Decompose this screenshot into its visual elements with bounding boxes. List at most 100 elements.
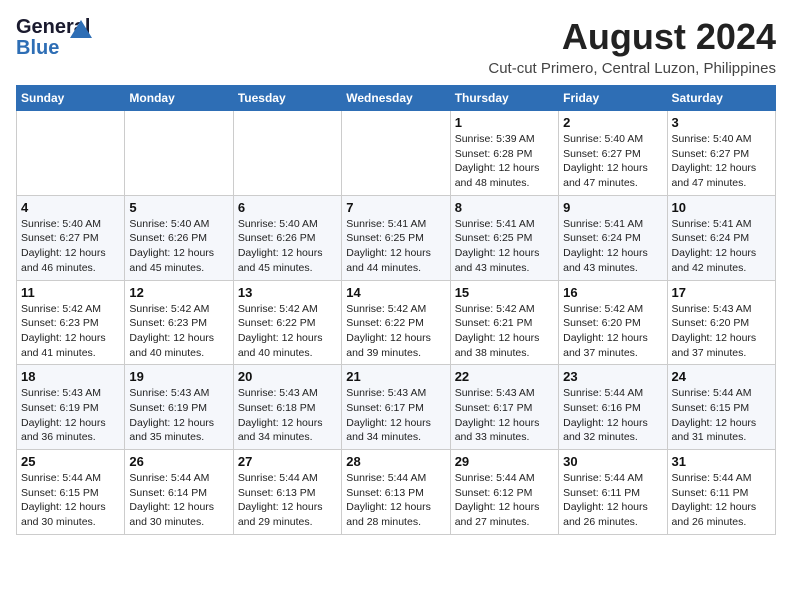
day-number: 5 bbox=[129, 200, 228, 215]
day-info: Sunrise: 5:44 AM Sunset: 6:15 PM Dayligh… bbox=[21, 471, 120, 530]
day-info: Sunrise: 5:40 AM Sunset: 6:27 PM Dayligh… bbox=[563, 132, 662, 191]
day-number: 21 bbox=[346, 369, 445, 384]
day-number: 10 bbox=[672, 200, 771, 215]
calendar-table: SundayMondayTuesdayWednesdayThursdayFrid… bbox=[16, 85, 776, 535]
day-number: 17 bbox=[672, 285, 771, 300]
day-info: Sunrise: 5:44 AM Sunset: 6:11 PM Dayligh… bbox=[563, 471, 662, 530]
calendar-cell: 5 Sunrise: 5:40 AM Sunset: 6:26 PM Daylig… bbox=[125, 195, 233, 280]
day-info: Sunrise: 5:40 AM Sunset: 6:27 PM Dayligh… bbox=[21, 217, 120, 276]
calendar-cell: 18 Sunrise: 5:43 AM Sunset: 6:19 PM Dayli… bbox=[17, 365, 125, 450]
day-info: Sunrise: 5:41 AM Sunset: 6:25 PM Dayligh… bbox=[455, 217, 554, 276]
day-number: 13 bbox=[238, 285, 337, 300]
calendar-cell: 1Sunrise: 5:39 AM Sunset: 6:28 PM Daylig… bbox=[450, 111, 558, 196]
calendar-cell: 7 Sunrise: 5:41 AM Sunset: 6:25 PM Daylig… bbox=[342, 195, 450, 280]
day-info: Sunrise: 5:44 AM Sunset: 6:12 PM Dayligh… bbox=[455, 471, 554, 530]
day-number: 11 bbox=[21, 285, 120, 300]
day-info: Sunrise: 5:42 AM Sunset: 6:22 PM Dayligh… bbox=[346, 302, 445, 361]
calendar-cell: 6 Sunrise: 5:40 AM Sunset: 6:26 PM Daylig… bbox=[233, 195, 341, 280]
day-info: Sunrise: 5:39 AM Sunset: 6:28 PM Dayligh… bbox=[455, 132, 554, 191]
day-number: 12 bbox=[129, 285, 228, 300]
day-info: Sunrise: 5:40 AM Sunset: 6:26 PM Dayligh… bbox=[129, 217, 228, 276]
day-info: Sunrise: 5:44 AM Sunset: 6:11 PM Dayligh… bbox=[672, 471, 771, 530]
calendar-cell: 25 Sunrise: 5:44 AM Sunset: 6:15 PM Dayli… bbox=[17, 450, 125, 535]
calendar-week-row: 11 Sunrise: 5:42 AM Sunset: 6:23 PM Dayli… bbox=[17, 280, 776, 365]
day-info: Sunrise: 5:44 AM Sunset: 6:16 PM Dayligh… bbox=[563, 386, 662, 445]
day-info: Sunrise: 5:44 AM Sunset: 6:13 PM Dayligh… bbox=[346, 471, 445, 530]
weekday-header-sunday: Sunday bbox=[17, 86, 125, 111]
day-info: Sunrise: 5:40 AM Sunset: 6:26 PM Dayligh… bbox=[238, 217, 337, 276]
calendar-cell: 29 Sunrise: 5:44 AM Sunset: 6:12 PM Dayli… bbox=[450, 450, 558, 535]
day-number: 14 bbox=[346, 285, 445, 300]
day-number: 24 bbox=[672, 369, 771, 384]
day-number: 7 bbox=[346, 200, 445, 215]
day-number: 26 bbox=[129, 454, 228, 469]
calendar-cell: 16 Sunrise: 5:42 AM Sunset: 6:20 PM Dayli… bbox=[559, 280, 667, 365]
day-info: Sunrise: 5:43 AM Sunset: 6:20 PM Dayligh… bbox=[672, 302, 771, 361]
day-info: Sunrise: 5:42 AM Sunset: 6:21 PM Dayligh… bbox=[455, 302, 554, 361]
day-info: Sunrise: 5:43 AM Sunset: 6:18 PM Dayligh… bbox=[238, 386, 337, 445]
day-info: Sunrise: 5:41 AM Sunset: 6:24 PM Dayligh… bbox=[563, 217, 662, 276]
page-header: General Blue August 2024 Cut-cut Primero… bbox=[16, 16, 776, 77]
day-info: Sunrise: 5:43 AM Sunset: 6:17 PM Dayligh… bbox=[455, 386, 554, 445]
calendar-cell: 28 Sunrise: 5:44 AM Sunset: 6:13 PM Dayli… bbox=[342, 450, 450, 535]
calendar-cell: 15Sunrise: 5:42 AM Sunset: 6:21 PM Dayli… bbox=[450, 280, 558, 365]
weekday-header-thursday: Thursday bbox=[450, 86, 558, 111]
day-number: 6 bbox=[238, 200, 337, 215]
logo-icon bbox=[70, 20, 92, 38]
calendar-cell bbox=[233, 111, 341, 196]
day-number: 4 bbox=[21, 200, 120, 215]
calendar-cell: 12 Sunrise: 5:42 AM Sunset: 6:23 PM Dayli… bbox=[125, 280, 233, 365]
day-info: Sunrise: 5:42 AM Sunset: 6:23 PM Dayligh… bbox=[129, 302, 228, 361]
day-number: 2 bbox=[563, 115, 662, 130]
day-info: Sunrise: 5:42 AM Sunset: 6:20 PM Dayligh… bbox=[563, 302, 662, 361]
calendar-cell: 4 Sunrise: 5:40 AM Sunset: 6:27 PM Daylig… bbox=[17, 195, 125, 280]
calendar-cell: 24 Sunrise: 5:44 AM Sunset: 6:15 PM Dayli… bbox=[667, 365, 775, 450]
calendar-cell: 11Sunrise: 5:42 AM Sunset: 6:23 PM Dayli… bbox=[17, 280, 125, 365]
calendar-cell: 3 Sunrise: 5:40 AM Sunset: 6:27 PM Daylig… bbox=[667, 111, 775, 196]
day-number: 25 bbox=[21, 454, 120, 469]
calendar-cell bbox=[125, 111, 233, 196]
day-number: 18 bbox=[21, 369, 120, 384]
day-number: 30 bbox=[563, 454, 662, 469]
day-info: Sunrise: 5:43 AM Sunset: 6:19 PM Dayligh… bbox=[21, 386, 120, 445]
day-number: 8 bbox=[455, 200, 554, 215]
month-year-title: August 2024 bbox=[488, 16, 776, 58]
day-info: Sunrise: 5:41 AM Sunset: 6:25 PM Dayligh… bbox=[346, 217, 445, 276]
day-number: 20 bbox=[238, 369, 337, 384]
location-subtitle: Cut-cut Primero, Central Luzon, Philippi… bbox=[488, 60, 776, 77]
calendar-cell: 13Sunrise: 5:42 AM Sunset: 6:22 PM Dayli… bbox=[233, 280, 341, 365]
day-info: Sunrise: 5:43 AM Sunset: 6:17 PM Dayligh… bbox=[346, 386, 445, 445]
weekday-header-tuesday: Tuesday bbox=[233, 86, 341, 111]
calendar-cell: 23 Sunrise: 5:44 AM Sunset: 6:16 PM Dayli… bbox=[559, 365, 667, 450]
calendar-cell: 10 Sunrise: 5:41 AM Sunset: 6:24 PM Dayli… bbox=[667, 195, 775, 280]
day-number: 23 bbox=[563, 369, 662, 384]
weekday-header-wednesday: Wednesday bbox=[342, 86, 450, 111]
calendar-cell: 19Sunrise: 5:43 AM Sunset: 6:19 PM Dayli… bbox=[125, 365, 233, 450]
calendar-cell: 27 Sunrise: 5:44 AM Sunset: 6:13 PM Dayli… bbox=[233, 450, 341, 535]
calendar-cell: 9Sunrise: 5:41 AM Sunset: 6:24 PM Daylig… bbox=[559, 195, 667, 280]
day-info: Sunrise: 5:44 AM Sunset: 6:13 PM Dayligh… bbox=[238, 471, 337, 530]
calendar-week-row: 4 Sunrise: 5:40 AM Sunset: 6:27 PM Daylig… bbox=[17, 195, 776, 280]
title-section: August 2024 Cut-cut Primero, Central Luz… bbox=[488, 16, 776, 77]
calendar-week-row: 1Sunrise: 5:39 AM Sunset: 6:28 PM Daylig… bbox=[17, 111, 776, 196]
day-info: Sunrise: 5:40 AM Sunset: 6:27 PM Dayligh… bbox=[672, 132, 771, 191]
calendar-week-row: 18 Sunrise: 5:43 AM Sunset: 6:19 PM Dayli… bbox=[17, 365, 776, 450]
calendar-cell: 26 Sunrise: 5:44 AM Sunset: 6:14 PM Dayli… bbox=[125, 450, 233, 535]
logo-blue: Blue bbox=[16, 37, 59, 60]
calendar-cell: 21 Sunrise: 5:43 AM Sunset: 6:17 PM Dayli… bbox=[342, 365, 450, 450]
day-info: Sunrise: 5:44 AM Sunset: 6:15 PM Dayligh… bbox=[672, 386, 771, 445]
calendar-cell: 17 Sunrise: 5:43 AM Sunset: 6:20 PM Dayli… bbox=[667, 280, 775, 365]
day-number: 29 bbox=[455, 454, 554, 469]
day-number: 27 bbox=[238, 454, 337, 469]
day-number: 28 bbox=[346, 454, 445, 469]
weekday-header-monday: Monday bbox=[125, 86, 233, 111]
day-number: 16 bbox=[563, 285, 662, 300]
calendar-cell bbox=[17, 111, 125, 196]
calendar-cell: 2 Sunrise: 5:40 AM Sunset: 6:27 PM Daylig… bbox=[559, 111, 667, 196]
day-number: 3 bbox=[672, 115, 771, 130]
weekday-header-friday: Friday bbox=[559, 86, 667, 111]
calendar-header-row: SundayMondayTuesdayWednesdayThursdayFrid… bbox=[17, 86, 776, 111]
day-info: Sunrise: 5:44 AM Sunset: 6:14 PM Dayligh… bbox=[129, 471, 228, 530]
day-info: Sunrise: 5:41 AM Sunset: 6:24 PM Dayligh… bbox=[672, 217, 771, 276]
calendar-cell: 30 Sunrise: 5:44 AM Sunset: 6:11 PM Dayli… bbox=[559, 450, 667, 535]
